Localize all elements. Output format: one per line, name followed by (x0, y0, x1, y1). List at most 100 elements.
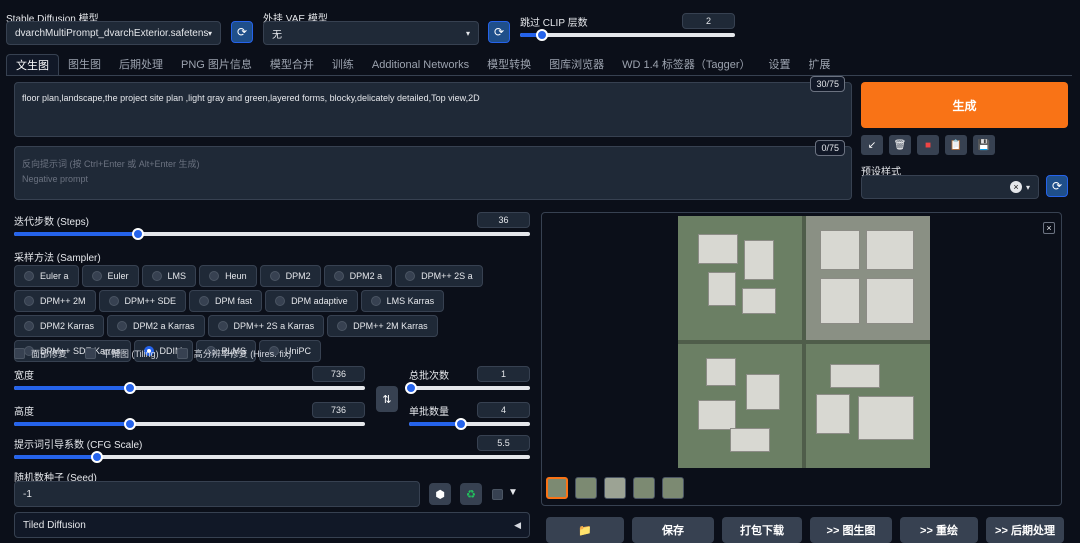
styles-select[interactable]: × ▾ (861, 175, 1039, 199)
sampler-option[interactable]: DPM2 a (323, 265, 393, 287)
image-tile-4 (806, 344, 930, 468)
sampler-option[interactable]: DPM++ 2M (14, 290, 96, 312)
recycle-icon[interactable]: ♻ (460, 483, 482, 505)
tab-9[interactable]: WD 1.4 标签器（Tagger） (613, 54, 759, 76)
tiled-diffusion-accordion[interactable]: Tiled Diffusion ◀ (14, 512, 530, 538)
arrow-icon[interactable]: ↙ (861, 135, 883, 155)
batch-count-input[interactable]: 1 (477, 366, 530, 382)
extra-seed-checkbox[interactable] (492, 489, 503, 500)
sampler-option-label: Euler (107, 271, 129, 281)
tab-7[interactable]: 模型转换 (478, 54, 540, 76)
thumbnail-2[interactable] (604, 477, 626, 499)
prompt-input[interactable]: floor plan,landscape,the project site pl… (14, 76, 852, 137)
sampler-option[interactable]: Euler (81, 265, 139, 287)
tab-8[interactable]: 图库浏览器 (540, 54, 613, 76)
thumbnail-grid[interactable] (546, 477, 568, 499)
tool-row: ↙ 🗑 ■ 📋 💾 (861, 135, 995, 155)
triangle-down-icon[interactable]: ▼ (508, 487, 518, 498)
height-slider[interactable] (14, 418, 365, 430)
steps-slider[interactable] (14, 228, 530, 240)
clip-input[interactable]: 2 (682, 13, 735, 29)
vae-select[interactable]: 无 ▾ (263, 21, 479, 45)
model-select[interactable]: dvarchMultiPrompt_dvarchExterior.safeten… (6, 21, 221, 45)
width-slider[interactable] (14, 382, 365, 394)
action-button-1[interactable]: 保存 (632, 517, 714, 543)
tab-2[interactable]: 后期处理 (110, 54, 172, 76)
face-restore-checkbox[interactable]: 面部修复 (14, 347, 67, 360)
model-value: dvarchMultiPrompt_dvarchExterior.safeten… (15, 27, 208, 39)
sampler-option[interactable]: DPM++ 2M Karras (327, 315, 438, 337)
sampler-option[interactable]: DPM2 a Karras (107, 315, 205, 337)
dice-icon[interactable]: ⬢ (429, 483, 451, 505)
cfg-input[interactable]: 5.5 (477, 435, 530, 451)
hires-checkbox[interactable]: 高分辨率修复 (Hires. fix) (176, 347, 291, 360)
batch-count-slider[interactable] (405, 382, 530, 394)
clip-thumb[interactable] (535, 29, 548, 41)
cfg-label: 提示词引导系数 (CFG Scale) (14, 440, 143, 451)
steps-thumb[interactable] (131, 228, 144, 240)
batch-size-slider[interactable] (409, 418, 530, 430)
cfg-thumb[interactable] (90, 451, 103, 463)
clear-icon[interactable]: × (1009, 181, 1022, 193)
sampler-option[interactable]: DPM adaptive (265, 290, 358, 312)
tab-1[interactable]: 图生图 (59, 54, 110, 76)
radio-dot-icon (405, 271, 416, 281)
sampler-option-label: DPM2 (285, 271, 311, 281)
sampler-option[interactable]: LMS Karras (360, 290, 445, 312)
sampler-option[interactable]: DPM2 Karras (14, 315, 105, 337)
sampler-option[interactable]: DPM++ 2S a Karras (207, 315, 325, 337)
clip-slider[interactable] (520, 29, 735, 41)
batch-count-thumb[interactable] (405, 382, 418, 394)
prompt-text: floor plan,landscape,the project site pl… (22, 93, 480, 103)
folder-icon[interactable]: 📁 (546, 517, 624, 543)
steps-input[interactable]: 36 (477, 212, 530, 228)
action-button-2[interactable]: 打包下载 (722, 517, 802, 543)
generate-button[interactable]: 生成 (861, 82, 1068, 128)
tiling-checkbox[interactable]: 平铺图 (Tiling) (85, 347, 159, 360)
chevron-down-icon: ▾ (207, 28, 212, 38)
height-input[interactable]: 736 (312, 402, 365, 418)
action-button-5[interactable]: >> 后期处理 (986, 517, 1064, 543)
thumbnail-3[interactable] (633, 477, 655, 499)
sampler-option[interactable]: DPM fast (189, 290, 263, 312)
tab-10[interactable]: 设置 (760, 54, 800, 76)
red-card-icon[interactable]: ■ (917, 135, 939, 155)
save-style-icon[interactable]: 💾 (973, 135, 995, 155)
generated-image-grid[interactable] (678, 216, 930, 468)
width-thumb[interactable] (123, 382, 136, 394)
tab-6[interactable]: Additional Networks (363, 54, 478, 76)
cfg-slider[interactable] (14, 451, 530, 463)
sampler-option-label: DPM++ SDE (124, 296, 177, 306)
refresh-styles-icon[interactable]: ⟳ (1046, 175, 1068, 197)
seed-input[interactable]: -1 (14, 481, 420, 507)
sampler-option-label: DPM2 a (349, 271, 383, 281)
swap-dimensions-icon[interactable]: ⇅ (376, 386, 398, 412)
thumbnail-1[interactable] (575, 477, 597, 499)
close-icon[interactable]: × (1043, 222, 1055, 234)
action-button-3[interactable]: >> 图生图 (810, 517, 892, 543)
batch-size-input[interactable]: 4 (477, 402, 530, 418)
height-thumb[interactable] (123, 418, 136, 430)
sampler-option[interactable]: DPM2 (259, 265, 321, 287)
refresh-vae-icon[interactable]: ⟳ (488, 21, 510, 43)
sampler-option[interactable]: Heun (199, 265, 257, 287)
clipboard-icon[interactable]: 📋 (945, 135, 967, 155)
sampler-option[interactable]: DPM++ 2S a (395, 265, 483, 287)
sampler-option[interactable]: Euler a (14, 265, 79, 287)
action-button-4[interactable]: >> 重绘 (900, 517, 978, 543)
width-input[interactable]: 736 (312, 366, 365, 382)
refresh-model-icon[interactable]: ⟳ (231, 21, 253, 43)
tab-5[interactable]: 训练 (323, 54, 363, 76)
tab-3[interactable]: PNG 图片信息 (172, 54, 261, 76)
negative-prompt-input[interactable]: 反向提示词 (按 Ctrl+Enter 或 Alt+Enter 生成) Nega… (14, 140, 852, 200)
sampler-option[interactable]: DPM++ SDE (98, 290, 187, 312)
thumbnail-4[interactable] (662, 477, 684, 499)
tab-11[interactable]: 扩展 (800, 54, 840, 76)
sampler-option[interactable]: LMS (141, 265, 197, 287)
sampler-option-label: DPM2 Karras (40, 321, 95, 331)
chevron-down-icon: ▾ (1025, 182, 1030, 192)
tab-4[interactable]: 模型合并 (261, 54, 323, 76)
batch-size-thumb[interactable] (455, 418, 468, 430)
tab-0[interactable]: 文生图 (6, 54, 59, 76)
trash-icon[interactable]: 🗑 (889, 135, 911, 155)
